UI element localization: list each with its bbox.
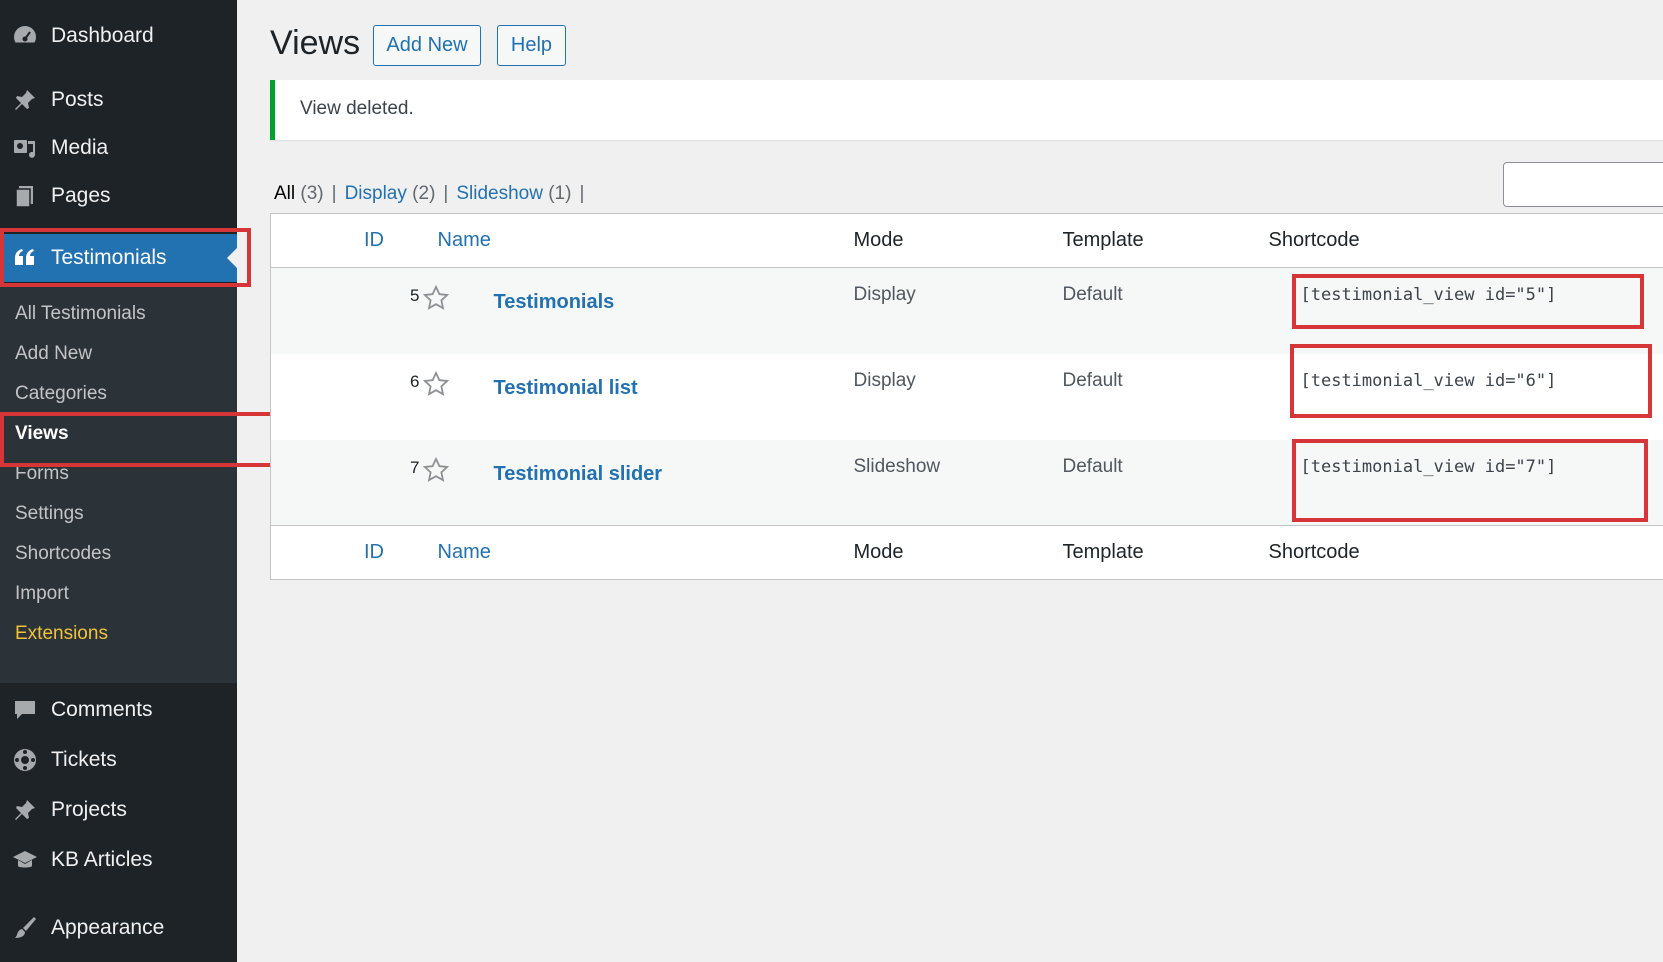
highlight-box-shortcode-5 — [1292, 274, 1644, 329]
row-id: 7 — [410, 457, 420, 477]
menu-item-pages[interactable]: Pages — [0, 172, 237, 220]
column-header-template: Template — [1062, 213, 1269, 268]
menu-label: Media — [51, 136, 109, 159]
menu-label: Projects — [51, 798, 127, 821]
submenu-categories[interactable]: Categories — [15, 383, 107, 405]
menu-label: Dashboard — [51, 24, 154, 47]
row-mode: Slideshow — [853, 455, 941, 477]
filter-separator: | — [579, 183, 585, 204]
column-footer-mode: Mode — [853, 525, 1063, 580]
menu-item-dashboard[interactable]: Dashboard — [0, 12, 237, 60]
menu-item-projects[interactable]: Projects — [0, 786, 237, 834]
filter-slideshow-count: (1) — [548, 183, 572, 204]
row-name-link[interactable]: Testimonials — [494, 291, 615, 313]
star-icon[interactable] — [422, 370, 450, 404]
menu-item-posts[interactable]: Posts — [0, 76, 237, 124]
submenu-extensions[interactable]: Extensions — [15, 623, 108, 645]
row-mode: Display — [853, 284, 916, 305]
menu-item-comments[interactable]: Comments — [0, 686, 237, 734]
submenu-settings[interactable]: Settings — [15, 503, 84, 525]
comments-icon — [11, 696, 39, 724]
table-header-row: ID Name Mode Template Shortcode — [270, 213, 1663, 268]
success-notice: View deleted. — [270, 80, 1663, 140]
testimonials-submenu: All Testimonials Add New Categories View… — [0, 286, 237, 683]
column-footer-id[interactable]: ID — [270, 525, 438, 580]
submenu-import[interactable]: Import — [15, 583, 69, 605]
filter-all[interactable]: All — [274, 183, 295, 204]
filter-display[interactable]: Display — [345, 183, 407, 204]
table-footer-row: ID Name Mode Template Shortcode — [270, 525, 1663, 580]
help-button[interactable]: Help — [497, 25, 566, 66]
filter-slideshow[interactable]: Slideshow — [456, 183, 543, 204]
filter-all-count: (3) — [300, 183, 324, 204]
pages-icon — [11, 182, 39, 210]
submenu-shortcodes[interactable]: Shortcodes — [15, 543, 111, 565]
row-template: Default — [1062, 455, 1123, 477]
admin-sidebar: Dashboard Posts Media Pages Testimonials… — [0, 0, 237, 962]
add-new-button[interactable]: Add New — [373, 25, 481, 66]
menu-label: Appearance — [51, 916, 165, 939]
star-icon[interactable] — [422, 456, 450, 490]
highlight-box-shortcode-7 — [1292, 439, 1648, 522]
row-template: Default — [1062, 284, 1123, 305]
menu-item-tickets[interactable]: Tickets — [0, 736, 237, 784]
tickets-icon — [11, 746, 39, 774]
menu-label: Comments — [51, 698, 153, 721]
submenu-add-new[interactable]: Add New — [15, 343, 92, 365]
filter-display-count: (2) — [412, 183, 436, 204]
menu-label: Posts — [51, 88, 104, 111]
row-name-cell: Testimonials — [422, 268, 854, 354]
column-header-name[interactable]: Name — [437, 213, 854, 268]
column-header-mode: Mode — [853, 213, 1063, 268]
menu-item-kb-articles[interactable]: KB Articles — [0, 836, 237, 884]
row-name-cell: Testimonial slider — [422, 440, 854, 526]
column-footer-name[interactable]: Name — [437, 525, 854, 580]
pin-icon — [11, 796, 39, 824]
column-footer-shortcode: Shortcode — [1268, 525, 1663, 580]
row-name-link[interactable]: Testimonial list — [494, 377, 638, 399]
menu-item-appearance[interactable]: Appearance — [0, 904, 237, 952]
filter-separator: | — [331, 183, 337, 204]
column-header-shortcode: Shortcode — [1268, 213, 1663, 268]
row-id: 6 — [410, 371, 420, 391]
column-header-id[interactable]: ID — [270, 213, 438, 268]
row-template: Default — [1062, 369, 1123, 391]
column-footer-template: Template — [1062, 525, 1269, 580]
dashboard-icon — [11, 22, 39, 50]
search-input[interactable] — [1503, 162, 1663, 207]
highlight-box-testimonials — [0, 228, 251, 287]
row-id: 5 — [410, 286, 420, 305]
paintbrush-icon — [11, 914, 39, 942]
pin-icon — [11, 86, 39, 114]
star-icon[interactable] — [422, 284, 450, 318]
menu-item-media[interactable]: Media — [0, 124, 237, 172]
notice-text: View deleted. — [300, 98, 414, 119]
menu-label: Tickets — [51, 748, 117, 771]
page-title: Views — [270, 24, 361, 62]
filter-separator: | — [443, 183, 449, 204]
menu-label: Pages — [51, 184, 111, 207]
view-filters: All (3) | Display (2) | Slideshow (1) | — [274, 183, 592, 205]
row-name-link[interactable]: Testimonial slider — [494, 463, 663, 485]
row-name-cell: Testimonial list — [422, 354, 854, 440]
row-mode: Display — [853, 369, 916, 391]
highlight-box-shortcode-6 — [1290, 344, 1652, 418]
menu-label: KB Articles — [51, 848, 153, 871]
submenu-all-testimonials[interactable]: All Testimonials — [15, 303, 146, 325]
media-icon — [11, 134, 39, 162]
graduation-cap-icon — [11, 846, 39, 874]
